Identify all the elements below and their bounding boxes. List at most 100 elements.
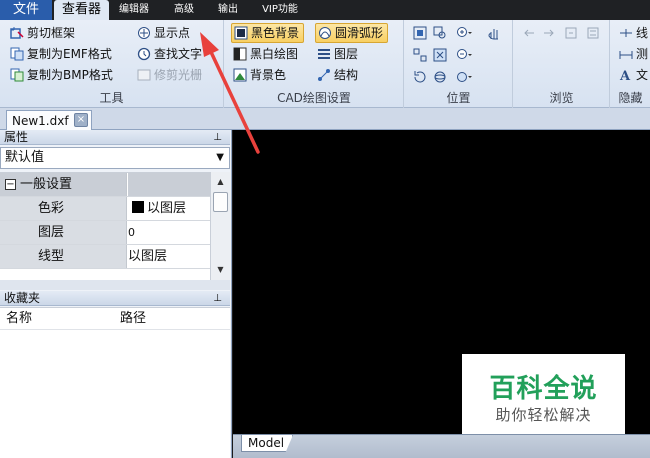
- find-text-button[interactable]: 查找文字: [137, 44, 202, 64]
- zoom-window-icon[interactable]: [431, 24, 449, 42]
- black-white-draw-label: 黑白绘图: [250, 47, 299, 61]
- group-cad-settings: 黑色背景 圆滑弧形 黑白绘图 图层 背景色 结构 CAD绘图设置: [225, 20, 404, 108]
- tab-viewer[interactable]: 查看器: [54, 0, 109, 20]
- group-hidden: 线 测 A 文 隐藏: [611, 20, 650, 108]
- measure-button[interactable]: 测: [619, 44, 648, 64]
- favorites-title: 收藏夹: [4, 291, 41, 305]
- watermark-title: 百科全说: [489, 374, 598, 404]
- column-header-path[interactable]: 路径: [120, 308, 146, 330]
- text-icon: A: [619, 68, 633, 82]
- pan-hand-icon[interactable]: [485, 24, 503, 42]
- black-background-label: 黑色背景: [251, 26, 300, 40]
- watermark: 百科全说 助你轻松解决: [462, 354, 625, 434]
- view-mode-icon[interactable]: [455, 68, 473, 86]
- black-white-draw-button[interactable]: 黑白绘图: [233, 44, 298, 64]
- color-swatch: [132, 201, 144, 213]
- group-position-label: 位置: [446, 91, 471, 105]
- group-position: 位置: [405, 20, 513, 108]
- zoom-in-icon[interactable]: [455, 24, 473, 42]
- zoom-extents-icon[interactable]: [431, 46, 449, 64]
- background-color-button[interactable]: 背景色: [233, 65, 286, 85]
- structure-icon: [317, 68, 331, 82]
- copy-bmp-button[interactable]: 复制为BMP格式: [10, 65, 113, 85]
- trim-raster-icon: [137, 68, 151, 82]
- property-category-row[interactable]: − 一般设置: [0, 173, 210, 197]
- crop-frame-label: 剪切框架: [27, 26, 76, 40]
- copy-bmp-icon: [10, 68, 24, 82]
- property-row-layer[interactable]: 图层 0: [0, 221, 210, 245]
- pin-icon[interactable]: ⊥: [213, 291, 222, 306]
- smooth-arc-label: 圆滑弧形: [335, 26, 384, 40]
- property-key: 色彩: [38, 201, 65, 216]
- model-tab[interactable]: Model: [241, 435, 293, 452]
- copy-emf-label: 复制为EMF格式: [27, 47, 112, 61]
- tab-advanced[interactable]: 高级: [164, 0, 204, 20]
- svg-text:A: A: [619, 69, 631, 82]
- fit-window-icon[interactable]: [411, 24, 429, 42]
- background-color-icon: [233, 68, 247, 82]
- line-button[interactable]: 线: [619, 23, 648, 43]
- 3d-orbit-icon[interactable]: [431, 68, 449, 86]
- structure-button[interactable]: 结构: [317, 65, 358, 85]
- scroll-thumb[interactable]: [213, 192, 228, 212]
- property-category-label: 一般设置: [20, 177, 73, 192]
- zoom-out-icon[interactable]: [455, 46, 473, 64]
- scroll-down-icon[interactable]: ▼: [211, 262, 230, 278]
- line-icon: [619, 26, 633, 40]
- layers-label: 图层: [334, 47, 359, 61]
- trim-raster-button[interactable]: 修剪光栅: [137, 65, 202, 85]
- property-key: 图层: [38, 225, 65, 240]
- black-background-button[interactable]: 黑色背景: [231, 23, 305, 43]
- property-row-linetype[interactable]: 线型 以图层: [0, 245, 210, 269]
- structure-label: 结构: [334, 68, 359, 82]
- document-tab-strip: New1.dxf ×: [0, 108, 650, 130]
- tab-editor[interactable]: 编辑器: [112, 0, 156, 20]
- watermark-subtitle: 助你轻松解决: [495, 406, 592, 424]
- properties-title: 属性: [4, 130, 29, 144]
- close-icon[interactable]: ×: [74, 113, 88, 127]
- copy-emf-icon: [10, 47, 24, 61]
- property-value: 以图层: [147, 201, 187, 216]
- copy-emf-button[interactable]: 复制为EMF格式: [10, 44, 112, 64]
- forward-arrow-icon[interactable]: [540, 24, 558, 42]
- show-points-button[interactable]: 显示点: [137, 23, 190, 43]
- group-browse: 浏览: [514, 20, 610, 108]
- browse-list-icon[interactable]: [584, 24, 602, 42]
- measure-icon: [619, 47, 633, 61]
- properties-combo[interactable]: 默认值 ▼: [0, 147, 230, 169]
- document-tab[interactable]: New1.dxf ×: [6, 110, 92, 130]
- favorites-table: 名称 路径: [0, 307, 230, 458]
- layers-button[interactable]: 图层: [317, 44, 358, 64]
- copy-bmp-label: 复制为BMP格式: [27, 68, 113, 82]
- collapse-icon[interactable]: −: [5, 179, 16, 190]
- favorites-panel-title: 收藏夹 ⊥: [0, 291, 230, 306]
- crop-frame-icon: [10, 26, 24, 40]
- crop-frame-button[interactable]: 剪切框架: [10, 23, 75, 43]
- properties-combo-value: 默认值: [5, 150, 45, 165]
- ribbon: 剪切框架 复制为EMF格式 复制为BMP格式 显示点 查找文字 修剪光栅 工具 …: [0, 20, 650, 108]
- scroll-up-icon[interactable]: ▲: [211, 174, 230, 190]
- tab-file[interactable]: 文件: [0, 0, 52, 20]
- tab-vip[interactable]: VIP功能: [252, 0, 308, 20]
- show-points-icon: [137, 26, 151, 40]
- group-hidden-label: 隐藏: [618, 91, 643, 105]
- pin-icon[interactable]: ⊥: [213, 130, 222, 145]
- favorites-header: 名称 路径: [0, 308, 230, 330]
- left-panel: 属性 ⊥ 默认值 ▼ − 一般设置 色彩 以图层 图层 0 线型 以图层 ▲ ▼: [0, 130, 232, 458]
- tab-output[interactable]: 输出: [208, 0, 248, 20]
- text-button[interactable]: A 文: [619, 65, 648, 85]
- properties-panel-title: 属性 ⊥: [0, 130, 230, 145]
- text-label: 文: [636, 68, 649, 82]
- view-previous-icon[interactable]: [411, 46, 429, 64]
- column-header-name[interactable]: 名称: [6, 308, 32, 330]
- property-value: 0: [128, 226, 135, 239]
- property-grid: − 一般设置 色彩 以图层 图层 0 线型 以图层: [0, 172, 210, 280]
- property-scrollbar[interactable]: ▲ ▼: [210, 172, 230, 280]
- rotate-view-icon[interactable]: [411, 68, 429, 86]
- smooth-arc-button[interactable]: 圆滑弧形: [315, 23, 389, 43]
- back-arrow-icon[interactable]: [520, 24, 538, 42]
- property-row-color[interactable]: 色彩 以图层: [0, 197, 210, 221]
- black-white-icon: [233, 47, 247, 61]
- browse-page-icon[interactable]: [562, 24, 580, 42]
- black-background-icon: [234, 26, 248, 40]
